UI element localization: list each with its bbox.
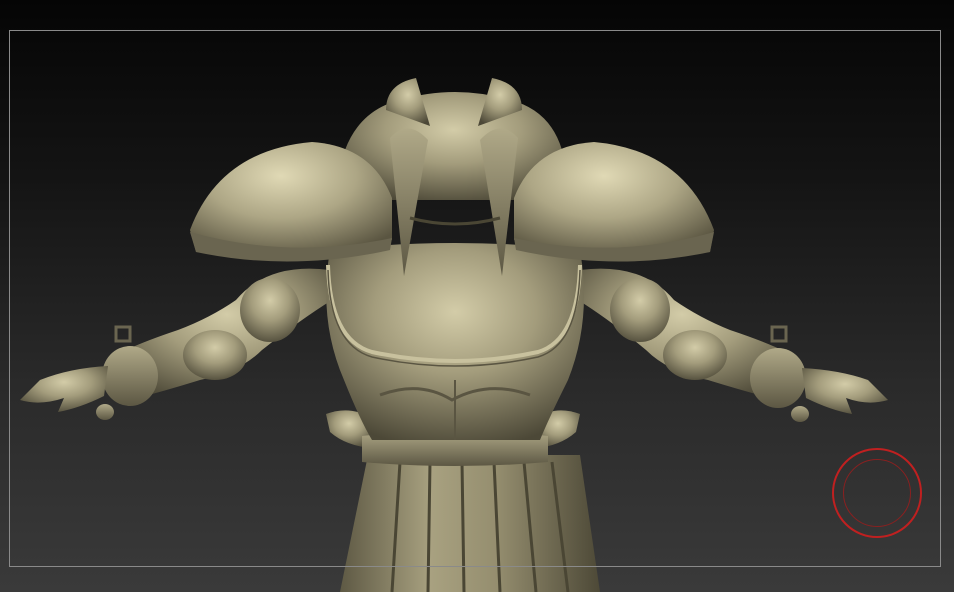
sculpt-model[interactable] — [0, 0, 954, 592]
model-skirt — [340, 455, 600, 592]
3d-viewport[interactable] — [0, 0, 954, 592]
model-torso — [326, 243, 584, 440]
model-left-arm — [20, 268, 332, 420]
rotation-gyro-icon[interactable] — [832, 448, 922, 538]
model-left-shoulder-pad — [190, 142, 392, 262]
model-right-arm — [578, 268, 888, 422]
model-right-shoulder-pad — [514, 142, 714, 262]
rotation-gyro-inner-ring — [843, 459, 911, 527]
